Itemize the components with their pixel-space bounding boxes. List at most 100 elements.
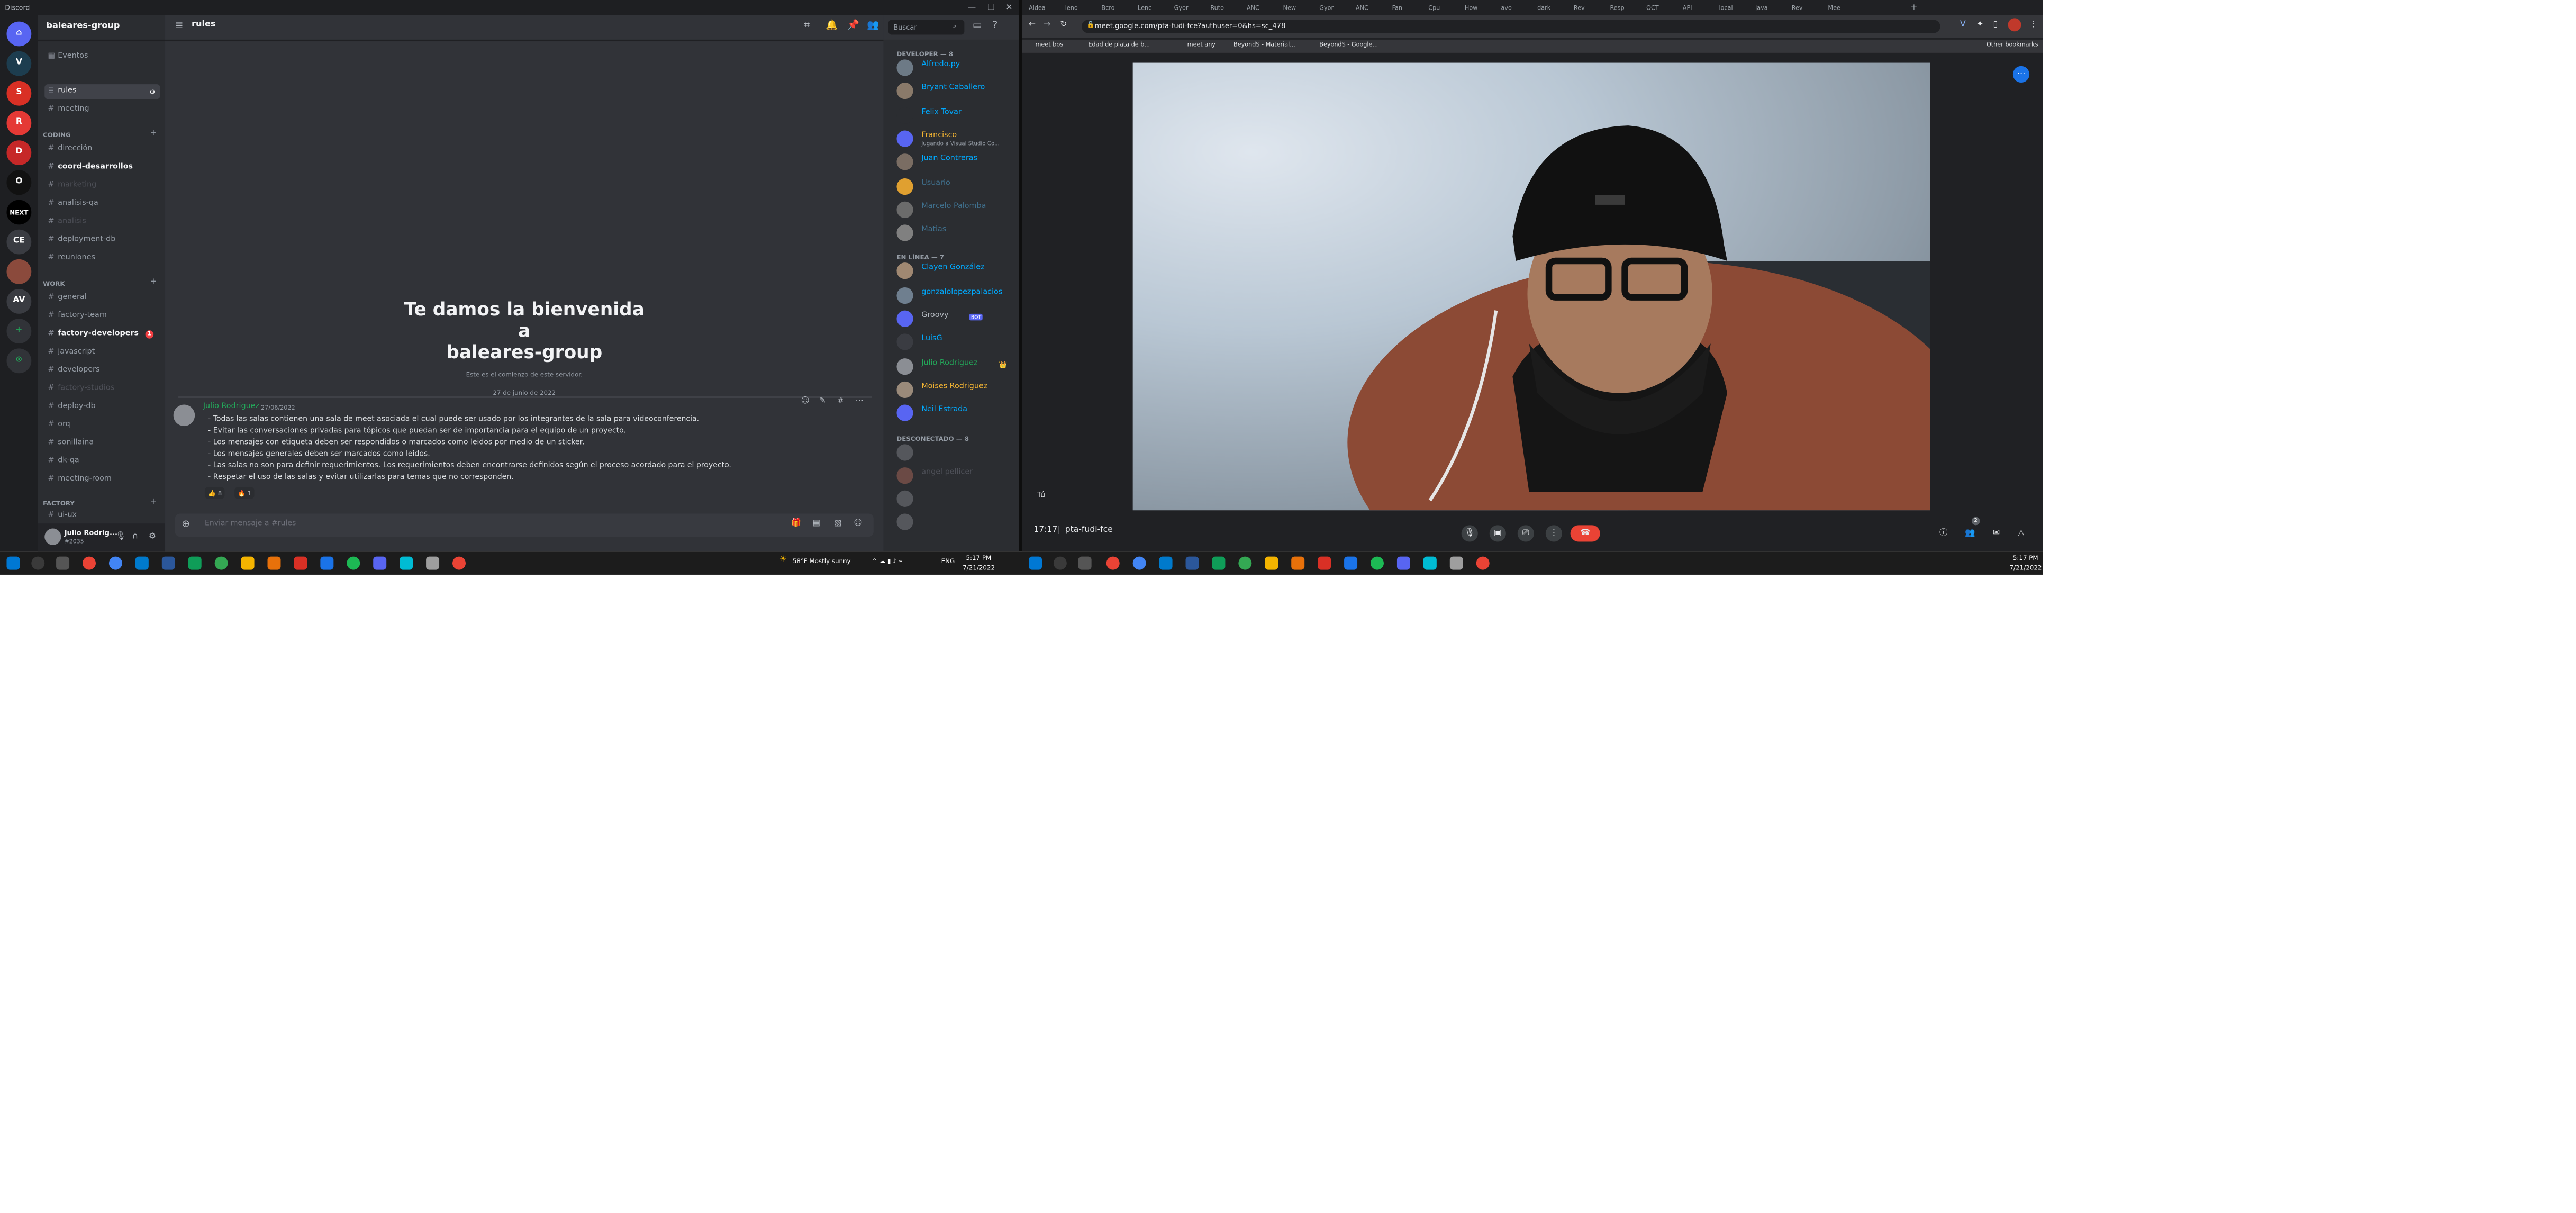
- app-icon[interactable]: [1318, 556, 1331, 570]
- gift-icon[interactable]: 🎁: [791, 519, 801, 529]
- add-attachment-icon[interactable]: ⊕: [182, 519, 190, 530]
- minimize-icon[interactable]: —: [968, 3, 976, 13]
- member-item[interactable]: Usuario: [896, 176, 1012, 195]
- windows-start-icon[interactable]: [6, 556, 20, 570]
- browser-tab[interactable]: local: [1719, 2, 1733, 15]
- word-icon[interactable]: [1185, 556, 1199, 570]
- meeting-info-icon[interactable]: ⓘ: [1935, 525, 1952, 541]
- spotify-icon[interactable]: [347, 556, 360, 570]
- app-icon[interactable]: [1423, 556, 1437, 570]
- member-item[interactable]: Francisco Jugando a Visual Studio Co...: [896, 129, 1012, 148]
- category-coding[interactable]: CODING: [43, 131, 71, 139]
- bookmark-item[interactable]: BeyondS - Material...: [1233, 41, 1295, 48]
- server-icon-active[interactable]: D: [6, 140, 32, 166]
- app-icon[interactable]: [214, 556, 228, 570]
- puzzle-icon[interactable]: ✦: [1976, 20, 1983, 30]
- avatar[interactable]: [44, 528, 61, 545]
- gear-icon[interactable]: ⚙: [149, 532, 156, 542]
- sidebar-icon[interactable]: ▯: [1993, 20, 1998, 30]
- channel-item[interactable]: # factory-team: [44, 309, 160, 324]
- headphones-icon[interactable]: ∩: [132, 532, 138, 542]
- activities-icon[interactable]: △: [2013, 525, 2029, 541]
- emoji-icon[interactable]: ☺: [854, 519, 862, 529]
- add-channel-icon[interactable]: +: [150, 129, 157, 139]
- explore-servers-icon[interactable]: ⊙: [6, 348, 32, 374]
- member-item[interactable]: [896, 489, 1012, 509]
- channel-item[interactable]: # dk-qa: [44, 454, 160, 469]
- language-indicator[interactable]: ENG: [941, 557, 955, 565]
- task-view-icon[interactable]: [1078, 556, 1092, 570]
- member-item[interactable]: Moises Rodriguez: [896, 379, 1012, 399]
- app-icon[interactable]: [1291, 556, 1305, 570]
- reload-icon[interactable]: ↻: [1060, 20, 1067, 30]
- menu-icon[interactable]: ⋮: [2029, 20, 2038, 30]
- other-bookmarks[interactable]: Other bookmarks: [1987, 41, 2038, 48]
- browser-tab[interactable]: java: [1755, 2, 1768, 15]
- more-options-button[interactable]: ⋮: [1545, 525, 1562, 542]
- server-icon[interactable]: AV: [6, 289, 32, 314]
- chat-icon[interactable]: ✉: [1988, 525, 2004, 541]
- member-item[interactable]: Matias: [896, 223, 1012, 243]
- gear-icon[interactable]: ⚙: [149, 84, 155, 99]
- browser-tab[interactable]: Gyor: [1319, 2, 1334, 15]
- extension-icon[interactable]: V: [1960, 20, 1966, 30]
- clock-time[interactable]: 5:17 PM: [2013, 553, 2038, 562]
- reaction-thumbs-up[interactable]: 👍 8: [204, 487, 225, 499]
- browser-tab[interactable]: Mee: [1828, 2, 1840, 15]
- browser-tab[interactable]: Rev: [1574, 2, 1585, 15]
- vscode-icon[interactable]: [1159, 556, 1173, 570]
- category-work[interactable]: WORK: [43, 279, 65, 287]
- new-tab-icon[interactable]: +: [1910, 2, 1917, 15]
- channel-item[interactable]: # reuniones: [44, 251, 160, 266]
- channel-item[interactable]: # deploy-db: [44, 400, 160, 414]
- server-icon[interactable]: [6, 259, 32, 284]
- events-item[interactable]: ▦ Eventos: [44, 50, 160, 65]
- maximize-icon[interactable]: ☐: [987, 3, 995, 13]
- chrome-icon[interactable]: [452, 556, 466, 570]
- browser-tab[interactable]: avo: [1501, 2, 1512, 15]
- channel-item[interactable]: # dirección: [44, 142, 160, 157]
- clock-date[interactable]: 7/21/2022: [2010, 563, 2042, 572]
- window-splitter[interactable]: [1019, 0, 1022, 552]
- message-composer[interactable]: ⊕ Enviar mensaje a #rules 🎁 ▤ ▧ ☺: [175, 513, 874, 537]
- people-icon[interactable]: 👥: [1962, 525, 1978, 541]
- word-icon[interactable]: [161, 556, 175, 570]
- chrome-icon[interactable]: [1106, 556, 1120, 570]
- browser-tab[interactable]: New: [1283, 2, 1296, 15]
- microphone-button[interactable]: 🎙: [1461, 525, 1478, 542]
- browser-tab[interactable]: dark: [1537, 2, 1550, 15]
- help-icon[interactable]: ?: [992, 20, 997, 31]
- server-icon[interactable]: R: [6, 111, 32, 135]
- channel-item[interactable]: # analisis-qa: [44, 196, 160, 211]
- back-icon[interactable]: ←: [1029, 20, 1036, 30]
- server-icon[interactable]: CE: [6, 229, 32, 255]
- browser-tab[interactable]: Resp: [1610, 2, 1624, 15]
- app-icon[interactable]: [320, 556, 334, 570]
- channel-item[interactable]: # developers: [44, 364, 160, 378]
- server-header[interactable]: baleares-group ⌄: [38, 15, 166, 42]
- vscode-icon[interactable]: [135, 556, 149, 570]
- camera-button[interactable]: ▣: [1489, 525, 1506, 542]
- server-icon[interactable]: S: [6, 80, 32, 106]
- channel-item[interactable]: # marketing: [44, 178, 160, 193]
- settings-icon[interactable]: [426, 556, 440, 570]
- member-item[interactable]: gonzalolopezpalacios: [896, 285, 1012, 305]
- app-icon[interactable]: [1344, 556, 1358, 570]
- more-options-icon[interactable]: ⋯: [2012, 66, 2030, 83]
- member-item[interactable]: Felix Tovar: [896, 105, 1012, 124]
- channel-item[interactable]: # ui-ux: [44, 509, 160, 523]
- search-icon[interactable]: [31, 556, 45, 570]
- members-icon[interactable]: 👥: [867, 20, 879, 31]
- app-icon[interactable]: [267, 556, 281, 570]
- windows-start-icon[interactable]: [1029, 556, 1042, 570]
- browser-tab[interactable]: ANC: [1247, 2, 1259, 15]
- spotify-icon[interactable]: [1371, 556, 1384, 570]
- app-icon[interactable]: [1212, 556, 1226, 570]
- member-item[interactable]: Julio Rodriguez 👑: [896, 356, 1012, 376]
- microphone-icon[interactable]: 🎙: [115, 532, 126, 542]
- discord-icon[interactable]: [1396, 556, 1410, 570]
- browser-tab[interactable]: OCT: [1646, 2, 1659, 15]
- channel-item[interactable]: # factory-studios: [44, 382, 160, 396]
- chrome-icon[interactable]: [83, 556, 96, 570]
- sticker-icon[interactable]: ▧: [834, 519, 842, 529]
